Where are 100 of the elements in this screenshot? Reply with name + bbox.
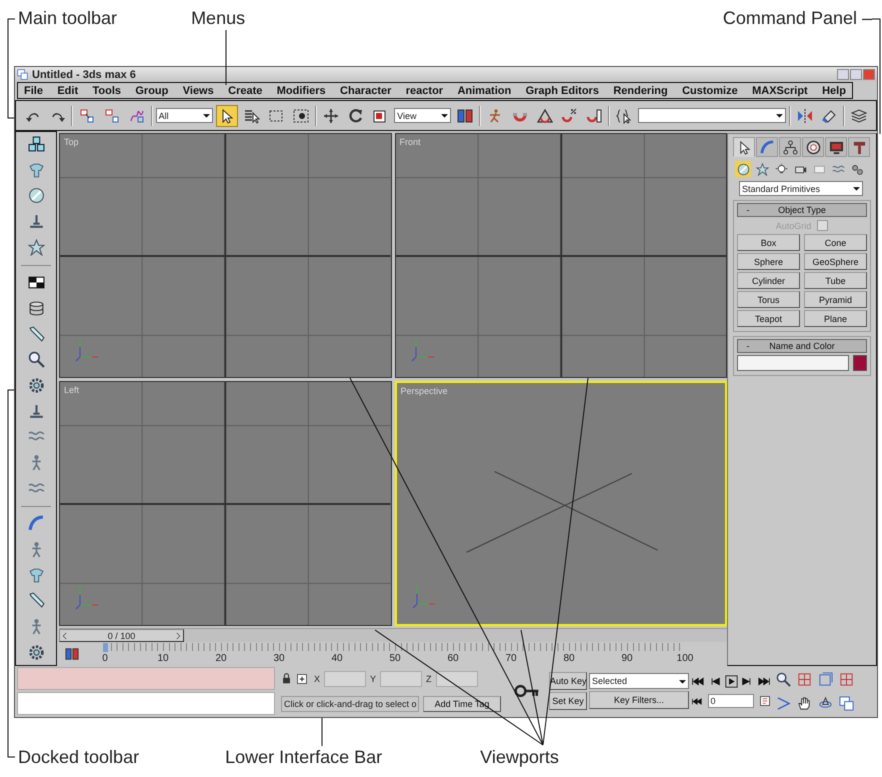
coordinate-field[interactable]: [436, 670, 478, 686]
mirror-icon: [796, 108, 813, 124]
object-type-button[interactable]: Teapot: [737, 310, 800, 327]
star-figure-icon[interactable]: [28, 238, 44, 256]
callout-label: Lower Interface Bar: [225, 746, 382, 768]
menu-item[interactable]: Modifiers: [276, 84, 326, 96]
skip-start-icon[interactable]: [691, 674, 704, 688]
menu-item[interactable]: Graph Editors: [526, 84, 599, 96]
gear-icon[interactable]: [28, 377, 44, 394]
pencil-icon[interactable]: [28, 326, 44, 343]
grid-cross-icon[interactable]: [797, 672, 812, 686]
menu-item[interactable]: Help: [822, 84, 846, 96]
clock-frame-icon[interactable]: [759, 695, 771, 707]
skip-end-icon[interactable]: [758, 674, 771, 688]
object-type-button[interactable]: GeoSphere: [804, 253, 867, 270]
lock-icon[interactable]: [281, 673, 292, 684]
cloth-icon[interactable]: [28, 566, 44, 584]
curve-icon[interactable]: [28, 515, 44, 532]
menu-item[interactable]: Views: [182, 84, 214, 96]
orbit-icon[interactable]: [818, 696, 833, 710]
hand-icon[interactable]: [797, 696, 812, 710]
key-mode-dropdown[interactable]: Selected: [589, 673, 689, 689]
menu-item[interactable]: Customize: [682, 84, 738, 96]
star-figure-icon: [756, 162, 768, 176]
color-swatch[interactable]: [853, 355, 867, 371]
panel-tab[interactable]: [733, 137, 755, 157]
dropdown[interactable]: [638, 108, 786, 123]
listener-output-field[interactable]: [17, 667, 275, 690]
time-slider-thumb[interactable]: 0 / 100: [59, 629, 184, 642]
frame-field[interactable]: 0: [708, 694, 754, 708]
skip-start-icon[interactable]: [691, 696, 702, 706]
category-dropdown[interactable]: Standard Primitives: [739, 181, 863, 196]
status-prompt: Click or click-and-drag to select o: [281, 696, 419, 712]
minimize-button[interactable]: [837, 69, 849, 80]
menu-item[interactable]: Character: [340, 84, 392, 96]
object-type-button[interactable]: Cylinder: [737, 272, 800, 289]
window-toggle-icon[interactable]: [839, 696, 854, 710]
panel-tab[interactable]: [802, 137, 824, 157]
menu-item[interactable]: File: [24, 84, 43, 96]
coordinate-field[interactable]: [380, 670, 422, 686]
gear-icon[interactable]: [28, 644, 44, 661]
rollout-header[interactable]: - Name and Color: [737, 339, 867, 353]
current-frame-marker[interactable]: [103, 643, 108, 652]
square-icon: [372, 108, 388, 124]
coordinate-field[interactable]: [324, 670, 366, 686]
dropdown[interactable]: View: [394, 108, 452, 123]
pin-icon[interactable]: [28, 402, 44, 420]
lamp-icon: [774, 162, 788, 176]
magnifier-icon[interactable]: [776, 672, 791, 686]
callout-label: Command Panel –: [722, 7, 872, 29]
hammer-icon: [852, 140, 866, 154]
cloth-icon[interactable]: [28, 162, 44, 179]
menu-item[interactable]: reactor: [406, 84, 444, 96]
listener-input-field[interactable]: [17, 692, 275, 715]
split-square-icon[interactable]: [63, 647, 81, 661]
menu-item[interactable]: Animation: [457, 84, 512, 96]
menu-item[interactable]: MAXScript: [752, 84, 808, 96]
square-corner-icon[interactable]: [818, 672, 833, 686]
frame-number: 20: [215, 653, 227, 664]
object-type-button[interactable]: Plane: [804, 310, 867, 327]
coordinate-label: Z: [426, 674, 432, 684]
frame-number: 50: [389, 653, 401, 664]
curve-icon: [760, 140, 774, 154]
cube-stack-icon[interactable]: [28, 136, 44, 153]
panel-tab[interactable]: [825, 137, 847, 157]
object-type-button[interactable]: Torus: [737, 291, 800, 308]
key-filters-button[interactable]: Key Filters...: [589, 691, 689, 709]
menu-item[interactable]: Create: [228, 84, 262, 96]
toolbar-button[interactable]: [216, 104, 238, 126]
pencil-icon[interactable]: [28, 592, 44, 610]
magnifier-icon[interactable]: [28, 351, 44, 368]
sphere-icon[interactable]: [28, 187, 44, 204]
plus-square-icon[interactable]: [296, 672, 308, 684]
menu-item[interactable]: Rendering: [613, 84, 668, 96]
set-key-button[interactable]: Set Key: [549, 692, 587, 710]
object-type-button[interactable]: Tube: [804, 272, 867, 289]
rotate-arrow-icon: [348, 108, 364, 124]
object-type-button[interactable]: Box: [737, 234, 800, 251]
name-field[interactable]: [737, 355, 849, 371]
object-type-button[interactable]: Sphere: [737, 253, 800, 270]
pin-icon[interactable]: [28, 213, 44, 230]
panel-tab[interactable]: [779, 137, 801, 157]
wave-icon: [832, 162, 844, 176]
object-type-button[interactable]: Cone: [804, 234, 867, 251]
checker-icon[interactable]: [28, 274, 44, 292]
list-cursor-icon: [244, 108, 260, 124]
grid-cross-icon[interactable]: [839, 672, 854, 686]
object-type-button[interactable]: Pyramid: [804, 291, 867, 308]
menu-item[interactable]: Edit: [57, 84, 78, 96]
play-icon[interactable]: [724, 674, 738, 688]
dropdown[interactable]: All: [156, 108, 213, 123]
menu-item[interactable]: Group: [135, 84, 168, 96]
maximize-button[interactable]: [850, 69, 862, 80]
menu-item[interactable]: Tools: [92, 84, 121, 96]
frame-number: 0: [102, 653, 108, 664]
category-button[interactable]: [735, 161, 751, 177]
disc-stack-icon[interactable]: [28, 300, 44, 317]
category-button[interactable]: [754, 161, 770, 177]
rollout-header[interactable]: - Object Type: [737, 203, 867, 217]
triangle-magnet-icon: [536, 108, 553, 124]
